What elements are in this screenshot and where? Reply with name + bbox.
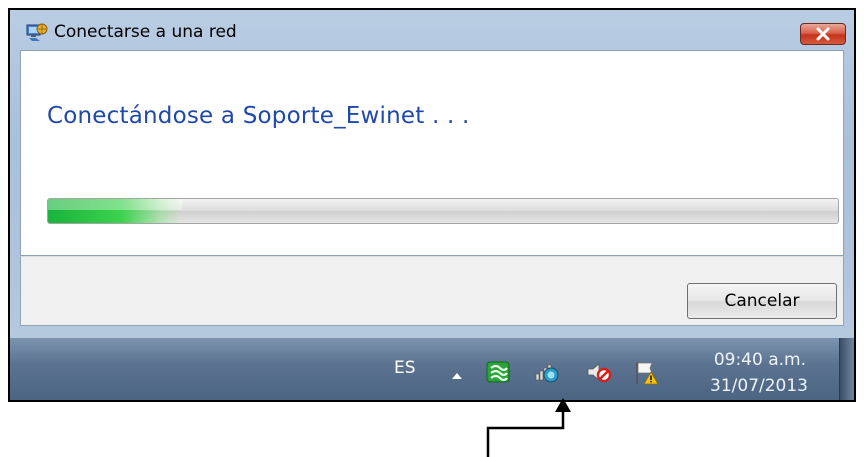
title-bar[interactable]: Conectarse a una red — [10, 10, 854, 50]
clock-date[interactable]: 31/07/2013 — [710, 376, 808, 396]
connecting-status-heading: Conectándose a Soporte_Ewinet . . . — [47, 103, 470, 129]
screenshot-frame: Conectarse a una red Conectándose a Sopo… — [8, 8, 856, 402]
show-desktop-button[interactable] — [839, 338, 854, 400]
dialog-content: Conectándose a Soporte_Ewinet . . . — [20, 50, 844, 256]
cancel-button[interactable]: Cancelar — [687, 283, 837, 319]
language-indicator[interactable]: ES — [394, 358, 416, 378]
connect-network-dialog: Conectarse a una red Conectándose a Sopo… — [10, 10, 854, 339]
show-hidden-arrow-icon[interactable] — [450, 366, 464, 385]
window-title: Conectarse a una red — [54, 22, 237, 42]
volume-muted-icon[interactable] — [586, 360, 612, 384]
action-center-flag-icon[interactable] — [634, 360, 659, 385]
close-icon — [815, 27, 831, 41]
network-connecting-icon[interactable] — [534, 360, 559, 384]
clock-time[interactable]: 09:40 a.m. — [714, 350, 806, 370]
taskbar: ES 09:40 a.m. 31/07/2013 — [10, 338, 854, 400]
dialog-footer: Cancelar — [20, 256, 844, 326]
close-button[interactable] — [800, 23, 846, 45]
progress-fill — [48, 199, 183, 223]
green-app-icon[interactable] — [486, 360, 510, 384]
network-globe-icon — [26, 22, 48, 41]
connection-progress-bar — [47, 198, 839, 224]
